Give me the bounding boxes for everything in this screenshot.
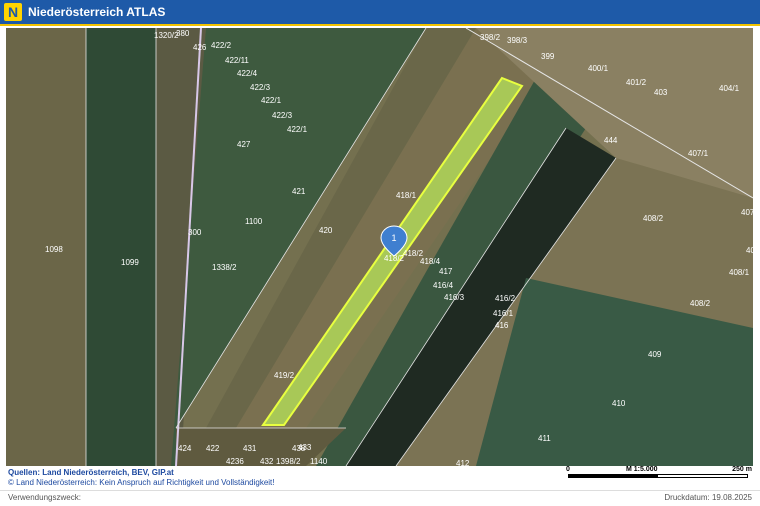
parcel-number-label: 1140: [310, 457, 328, 466]
map-footer: Quellen: Land Niederösterreich, BEV, GIP…: [0, 466, 760, 506]
parcel-number-label: 422/3: [272, 111, 293, 120]
parcel-number-label: 416: [495, 321, 509, 330]
parcel-number-label: 426: [193, 43, 207, 52]
field-dark-left: [86, 28, 156, 466]
noe-logo-icon: N: [4, 3, 22, 21]
marker-number: 1: [391, 233, 396, 243]
sources-text: Quellen: Land Niederösterreich, BEV, GIP…: [8, 468, 174, 477]
parcel-number-label: 416/1: [493, 309, 514, 318]
parcel-number-label: 419/2: [274, 371, 295, 380]
parcel-number-label: 404/1: [719, 84, 740, 93]
parcel-number-label: 411: [538, 434, 551, 443]
aerial-map[interactable]: 1 418/2 1320/2380426 422/2422/11422/4422/…: [6, 28, 753, 466]
parcel-number-label: 398/2: [480, 33, 501, 42]
parcel-number-label: 422/11: [225, 56, 249, 65]
parcel-number-label: 417: [439, 267, 453, 276]
parcel-number-label: 1098: [45, 245, 63, 254]
parcel-number-label: 403: [654, 88, 668, 97]
map-view[interactable]: 1 418/2 1320/2 380 426 422/2 422/11 422/4 422/…: [6, 28, 753, 466]
parcel-number-label: 418/4: [420, 257, 441, 266]
parcel-number-label: 408/2: [643, 214, 664, 223]
scale-start: 0: [566, 466, 570, 473]
marker-label: 418/2: [384, 254, 405, 263]
parcel-number-label: 431: [243, 444, 257, 453]
app-header: N Niederösterreich ATLAS: [0, 0, 760, 26]
parcel-number-label: 424: [178, 444, 192, 453]
disclaimer-text: © Land Niederösterreich: Kein Anspruch a…: [8, 478, 275, 487]
parcel-number-label: 1099: [121, 258, 139, 267]
parcel-number-label: 407/3: [746, 246, 753, 255]
parcel-number-label: 420: [319, 226, 333, 235]
parcel-number-label: 416/3: [444, 293, 465, 302]
parcel-number-label: 1100: [245, 217, 263, 226]
parcel-number-label: 410: [612, 399, 626, 408]
print-date: Druckdatum: 19.08.2025: [664, 493, 752, 502]
parcel-number-label: 380: [176, 29, 190, 38]
parcel-number-label: 401/2: [626, 78, 647, 87]
parcel-number-label: 433: [298, 443, 312, 452]
parcel-number-label: 408/1: [729, 268, 750, 277]
parcel-number-label: 300: [188, 228, 202, 237]
parcel-number-label: 422: [206, 444, 220, 453]
parcel-number-label: 421: [292, 187, 306, 196]
scale-bar: 0 M 1:5.000 250 m: [566, 466, 752, 488]
app-title: Niederösterreich ATLAS: [28, 5, 166, 19]
divider: [0, 490, 760, 491]
parcel-number-label: 400/1: [588, 64, 609, 73]
parcel-number-label: 1338/2: [212, 263, 237, 272]
scale-bar-graphic: [568, 474, 748, 478]
parcel-number-label: 427: [237, 140, 251, 149]
parcel-number-label: 399: [541, 52, 555, 61]
scale-end: 250 m: [732, 466, 752, 473]
parcel-number-label: 412: [456, 459, 470, 466]
parcel-number-label: 432: [260, 457, 274, 466]
parcel-number-label: 444: [604, 136, 618, 145]
parcel-number-label: 422/4: [237, 69, 258, 78]
parcel-number-label: 422/1: [261, 96, 282, 105]
parcel-number-label: 407/2: [741, 208, 753, 217]
scale-ratio: M 1:5.000: [626, 466, 658, 473]
parcel-number-label: 416/4: [433, 281, 454, 290]
parcel-number-label: 422/2: [211, 41, 232, 50]
purpose-label: Verwendungszweck:: [8, 493, 81, 502]
parcel-number-label: 4236: [226, 457, 244, 466]
parcel-number-label: 407/1: [688, 149, 709, 158]
parcel-number-label: 398/3: [507, 36, 528, 45]
parcel-number-label: 408/2: [690, 299, 711, 308]
parcel-number-label: 422/3: [250, 83, 271, 92]
parcel-number-label: 1398/2: [276, 457, 301, 466]
parcel-number-label: 422/1: [287, 125, 308, 134]
parcel-number-label: 418/1: [396, 191, 417, 200]
parcel-number-label: 416/2: [495, 294, 516, 303]
parcel-number-label: 409: [648, 350, 662, 359]
